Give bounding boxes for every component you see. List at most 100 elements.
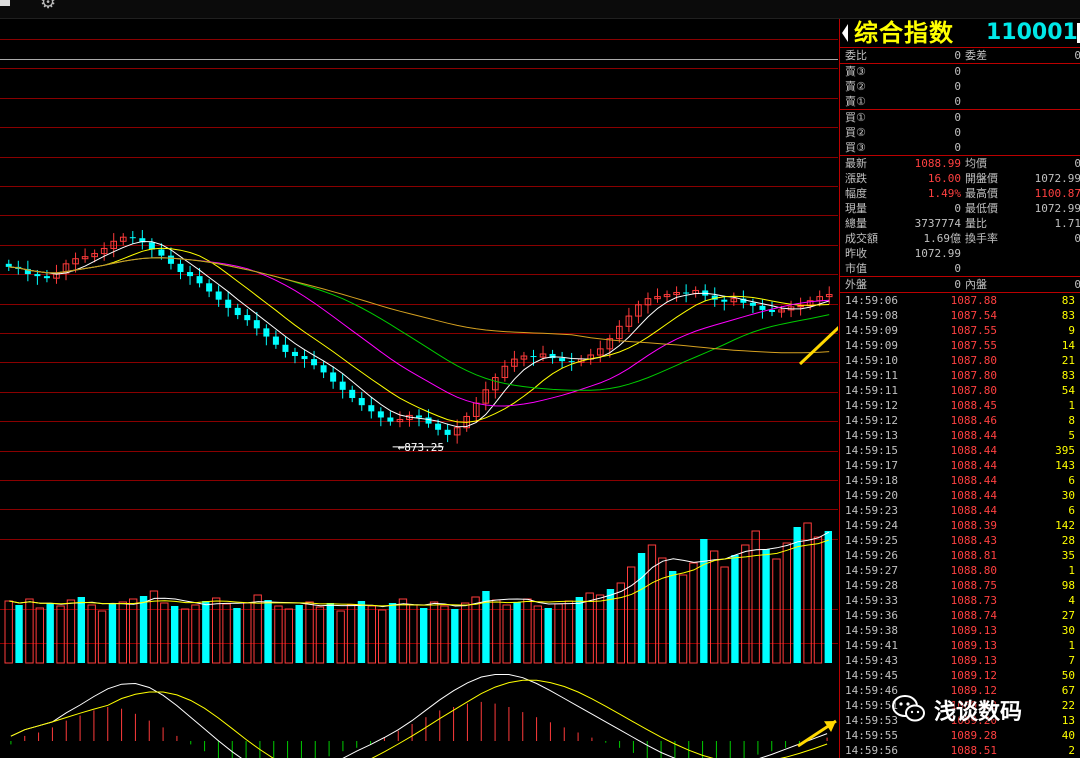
volume-bar [243, 602, 252, 664]
tick-volume: 21 [1061, 354, 1075, 367]
quote-label: 最高價 [965, 187, 998, 200]
tick-volume: 7 [1068, 654, 1075, 667]
wechat-icon [892, 695, 925, 722]
tick-time: 14:59:43 [845, 654, 898, 667]
volume-bar [129, 598, 138, 664]
tick-volume: 14 [1061, 339, 1075, 352]
quote-label: 均價 [965, 157, 987, 170]
volume-bar [451, 609, 459, 663]
candle-body [301, 356, 308, 360]
tick-time: 14:59:11 [845, 369, 898, 382]
candle-body [425, 417, 432, 424]
tick-row: 14:59:11 1087.80 54 [840, 383, 1080, 398]
quote-value: 0 [954, 141, 961, 154]
volume-bar [720, 566, 729, 664]
tick-time: 14:59:06 [845, 294, 898, 307]
candle-body [320, 365, 327, 373]
volume-bar [118, 601, 127, 664]
sell-row: 賣② 0 [840, 79, 1080, 94]
volume-bar [326, 603, 334, 663]
volume-bar [647, 544, 657, 664]
volume-bar [180, 608, 190, 664]
tick-volume: 13 [1061, 714, 1075, 727]
quote-label: 漲跌 [845, 172, 867, 185]
stat-row: 漲跌 16.00 開盤價 1072.99 [840, 171, 1080, 186]
candle-body [196, 276, 203, 284]
tick-time: 14:59:46 [845, 684, 898, 697]
volume-bar [554, 603, 563, 664]
quote-value: 0 [954, 65, 961, 78]
candle-body [559, 358, 566, 362]
volume-bar [616, 582, 625, 664]
volume-bar [284, 608, 293, 664]
tick-volume: 9 [1068, 324, 1075, 337]
volume-bar [139, 596, 148, 663]
tick-price: 1088.75 [950, 579, 997, 592]
buy-row: 買① 0 [840, 110, 1080, 125]
ma-line [8, 240, 830, 428]
tick-volume: 4 [1068, 594, 1075, 607]
volume-bar [202, 601, 210, 663]
tick-row: 14:59:25 1088.43 28 [840, 533, 1080, 548]
watermark: 浅谈数码 [892, 690, 1052, 730]
tick-time: 14:59:53 [845, 714, 898, 727]
volume-bar [336, 610, 345, 664]
volume-bar [398, 598, 408, 664]
tick-volume: 5 [1068, 429, 1075, 442]
tick-row: 14:59:12 1088.45 1 [840, 398, 1080, 413]
sell-row: 賣① 0 [840, 94, 1080, 109]
candle-body [377, 411, 384, 418]
quote-value: 1072.99 [1034, 202, 1080, 215]
candle-body [387, 417, 394, 422]
tick-row: 14:59:13 1088.44 5 [840, 428, 1080, 443]
tick-price: 1089.13 [950, 654, 997, 667]
volume-bar [409, 604, 418, 664]
volume-bar [46, 603, 54, 663]
candle-body [282, 344, 289, 352]
quote-value: 0 [1074, 232, 1080, 245]
candle-body [568, 361, 575, 363]
gear-icon[interactable]: ⚙ [40, 0, 56, 12]
candle-body [263, 328, 270, 337]
tick-price: 1087.80 [950, 384, 997, 397]
stat-row: 總量 3737774 量比 1.71 [840, 216, 1080, 231]
candle-body [749, 302, 756, 306]
quote-value: 0 [1074, 278, 1080, 291]
volume-bar [461, 602, 470, 664]
tick-time: 14:59:56 [845, 744, 898, 757]
tick-time: 14:59:17 [845, 459, 898, 472]
volume-bar [233, 608, 241, 663]
volume-bar [4, 600, 13, 664]
tick-row: 14:59:56 1088.51 2 [840, 743, 1080, 758]
tick-volume: 142 [1055, 519, 1075, 532]
quote-label: 委比 [845, 49, 867, 62]
volume-bar [523, 598, 532, 664]
volume-bar [222, 603, 231, 664]
tick-price: 1088.44 [950, 429, 997, 442]
volume-bar [264, 600, 272, 663]
volume-bar [212, 597, 221, 664]
tick-time: 14:59:45 [845, 669, 898, 682]
quote-value: 1072.99 [914, 247, 961, 260]
tick-row: 14:59:08 1087.54 83 [840, 308, 1080, 323]
prev-stock-arrow-icon[interactable] [842, 24, 848, 42]
volume-bar [315, 606, 325, 664]
edit-icon[interactable] [0, 0, 10, 6]
tick-volume: 35 [1061, 549, 1075, 562]
quote-label: 內盤 [965, 278, 987, 291]
volume-bar [171, 606, 179, 663]
window-toolbar: ⚙ [0, 0, 1080, 19]
tick-volume: 395 [1055, 444, 1075, 457]
low-price-label: ←873.25 [398, 441, 444, 454]
tick-time: 14:59:36 [845, 609, 898, 622]
volume-bar [471, 596, 480, 664]
tick-price: 1089.28 [950, 729, 997, 742]
tick-time: 14:59:55 [845, 729, 898, 742]
tick-row: 14:59:38 1089.13 30 [840, 623, 1080, 638]
tick-time: 14:59:10 [845, 354, 898, 367]
kline-chart[interactable]: ←873.25 [0, 19, 838, 758]
watermark-text: 浅谈数码 [934, 700, 1023, 725]
volume-bar [585, 592, 594, 664]
quote-label: 量比 [965, 217, 987, 230]
tick-time: 14:59:20 [845, 489, 898, 502]
